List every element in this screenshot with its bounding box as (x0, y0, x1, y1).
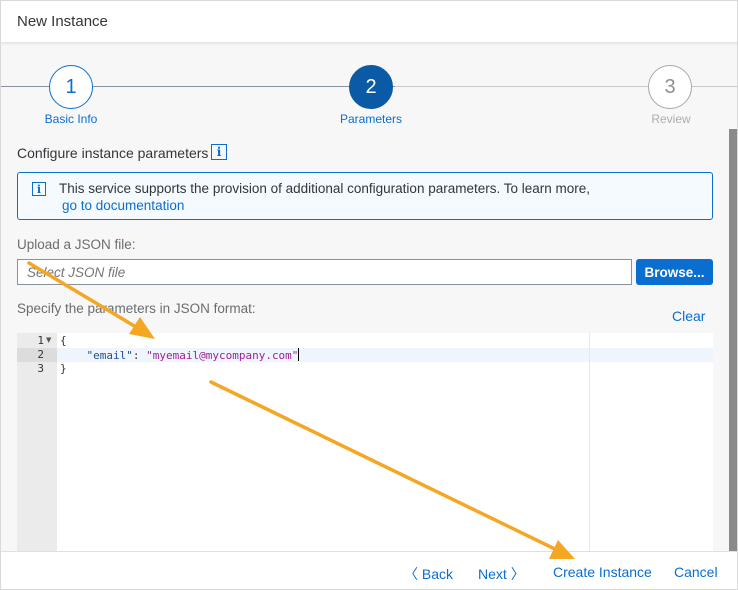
back-label: Back (421, 566, 454, 582)
step-label-review: Review (651, 112, 691, 126)
step-number: 1 (65, 75, 77, 98)
step-label-parameters[interactable]: Parameters (321, 112, 421, 126)
code-line-2: "email": "myemail@mycompany.com" (60, 348, 300, 362)
wizard-step-review: 3 (648, 65, 692, 109)
section-title: Configure instance parameters (17, 145, 209, 161)
step-number: 3 (664, 75, 676, 98)
cancel-button[interactable]: Cancel (674, 564, 718, 580)
wizard-step-parameters[interactable]: 2 (349, 65, 393, 109)
line-number: 1 (37, 334, 44, 347)
dialog-footer: 〈 Back Next 〉 Create Instance Cancel (1, 551, 737, 589)
wizard-progress: 1 Basic Info 2 Parameters 3 Review (1, 43, 737, 129)
parameters-content: Configure instance parameters i i This s… (1, 129, 729, 551)
code-close-brace: } (60, 362, 67, 375)
json-parameters-label: Specify the parameters in JSON format: (17, 301, 256, 316)
fold-toggle-icon[interactable]: ▼ (46, 336, 51, 344)
code-value: "myemail@mycompany.com" (146, 349, 299, 362)
json-code-editor[interactable]: 1 ▼ 2 3 { "email": "myemail@mycompany.co… (17, 333, 713, 551)
step-label-basic-info[interactable]: Basic Info (21, 112, 121, 126)
scrollbar-thumb[interactable] (729, 129, 737, 551)
line-number: 2 (37, 348, 44, 361)
code-line-1: { (60, 334, 67, 347)
line-number: 3 (37, 362, 44, 375)
back-button[interactable]: 〈 Back (404, 564, 453, 584)
upload-json-label: Upload a JSON file: (17, 237, 136, 252)
clear-button[interactable]: Clear (672, 308, 705, 324)
wizard-step-basic-info[interactable]: 1 (49, 65, 93, 109)
code-key: "email" (86, 349, 133, 362)
json-file-input[interactable] (17, 259, 632, 285)
print-margin (589, 333, 590, 551)
dialog-header: New Instance (1, 1, 737, 43)
info-icon: i (32, 182, 46, 196)
browse-button[interactable]: Browse... (636, 259, 713, 285)
info-message-strip: i This service supports the provision of… (17, 172, 713, 220)
info-icon[interactable]: i (211, 144, 227, 160)
chevron-left-icon: 〈 (404, 566, 418, 582)
code-open-brace: { (60, 334, 67, 347)
chevron-right-icon: 〉 (510, 566, 525, 582)
step-number: 2 (365, 75, 377, 98)
new-instance-dialog: New Instance 1 Basic Info 2 Parameters 3… (0, 0, 738, 590)
documentation-link[interactable]: go to documentation (62, 198, 184, 213)
code-line-3: } (60, 362, 67, 375)
info-message-text: This service supports the provision of a… (59, 181, 591, 196)
next-label: Next (478, 566, 507, 582)
create-instance-button[interactable]: Create Instance (553, 564, 652, 580)
dialog-title: New Instance (17, 13, 108, 30)
text-cursor (298, 348, 300, 361)
code-colon: : (132, 349, 147, 362)
next-button[interactable]: Next 〉 (478, 564, 525, 584)
